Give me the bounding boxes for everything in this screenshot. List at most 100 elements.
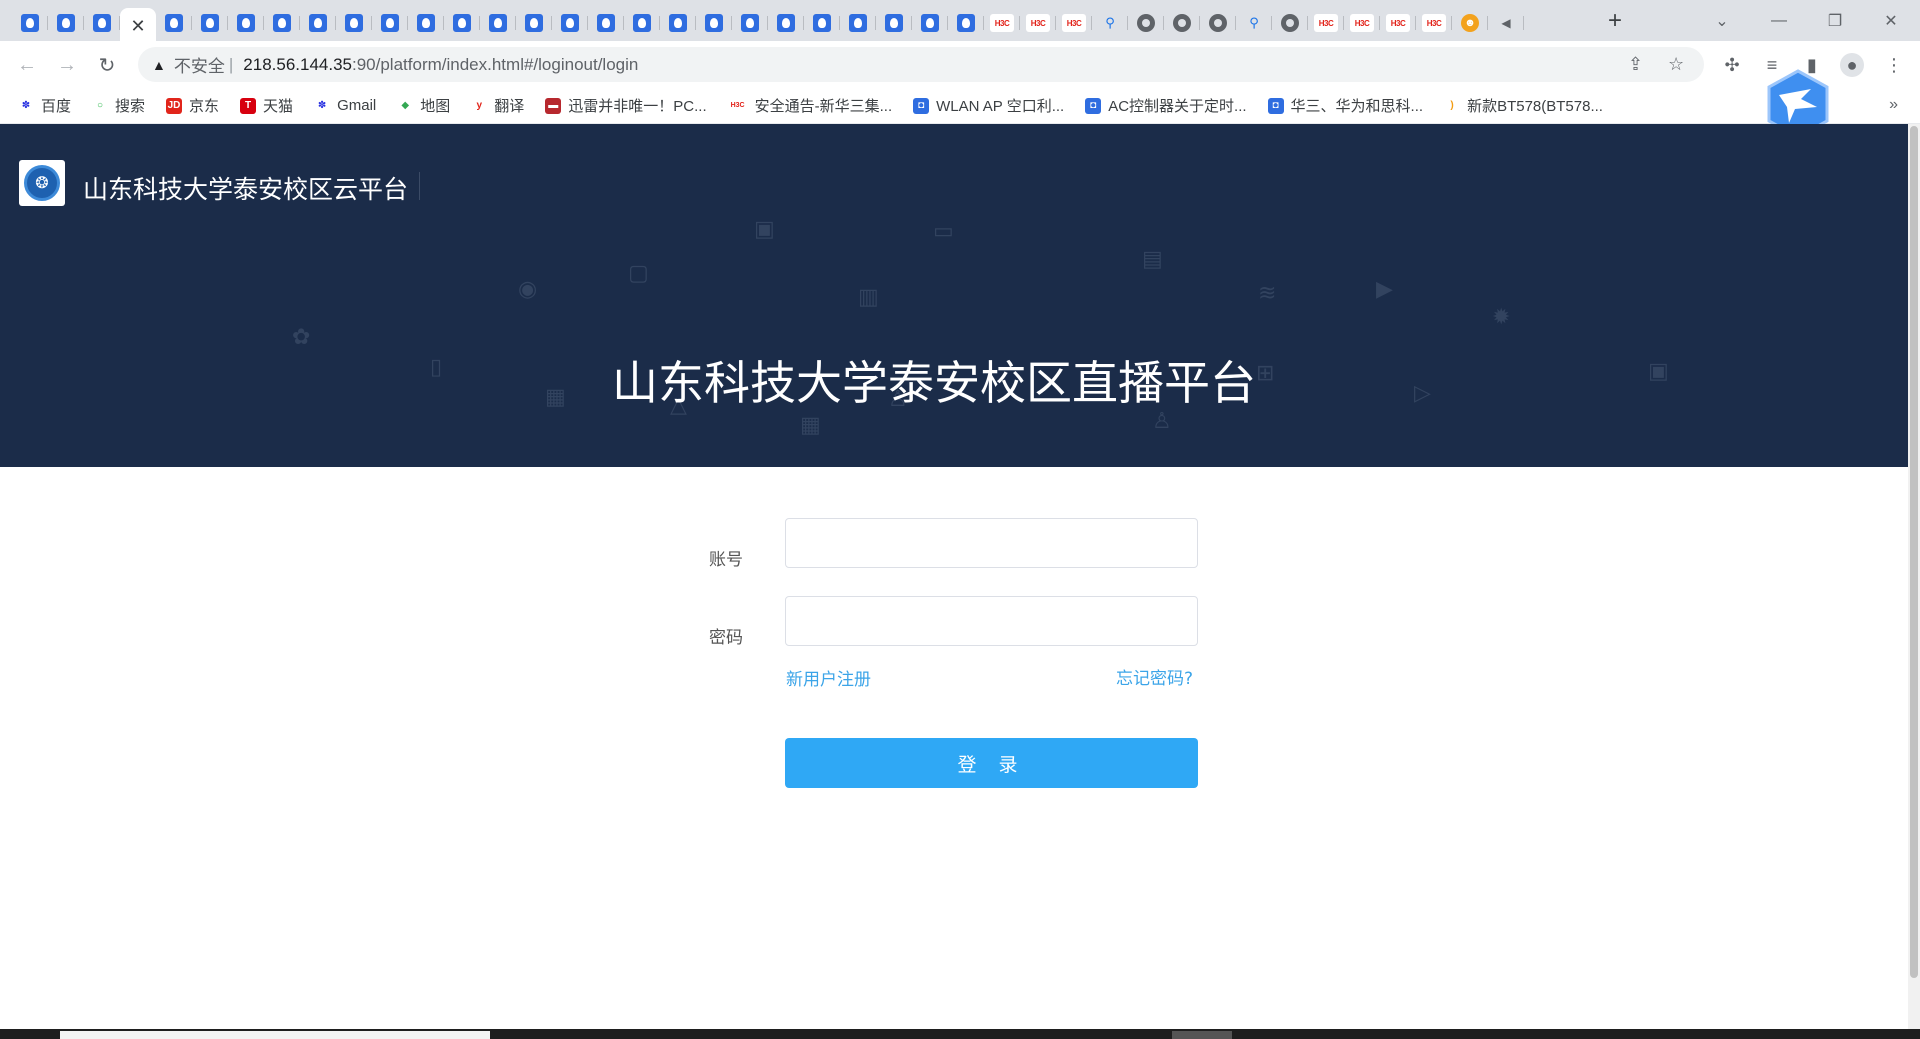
browser-tab[interactable]: H3C — [1020, 8, 1056, 38]
url-path: :90/platform/index.html#/loginout/login — [352, 54, 639, 74]
browser-tab[interactable] — [300, 8, 336, 38]
browser-tab[interactable]: H3C — [1416, 8, 1452, 38]
browser-tab[interactable] — [156, 8, 192, 38]
bookmark-item[interactable]: JD 京东 — [166, 95, 219, 116]
bookmark-item[interactable]: ✽ 百度 — [18, 95, 71, 116]
browser-tab[interactable] — [948, 8, 984, 38]
browser-tab[interactable]: H3C — [984, 8, 1020, 38]
register-link[interactable]: 新用户注册 — [786, 665, 871, 690]
site-name[interactable]: 山东科技大学泰安校区云平台 — [83, 170, 408, 206]
browser-tab[interactable] — [336, 8, 372, 38]
browser-tab[interactable] — [480, 8, 516, 38]
bookmark-item[interactable]: ◘ 华三、华为和思科... — [1267, 95, 1423, 116]
university-logo[interactable]: ❂ — [19, 160, 65, 206]
reload-button[interactable]: ↻ — [92, 50, 122, 80]
browser-tab[interactable] — [228, 8, 264, 38]
browser-tab[interactable] — [624, 8, 660, 38]
bookmark-star-icon[interactable]: ☆ — [1668, 47, 1684, 82]
bookmark-item[interactable]: ✽ Gmail — [314, 97, 376, 114]
warning-icon[interactable]: ▲ — [152, 57, 166, 73]
browser-tab[interactable]: ☻ — [1452, 8, 1488, 38]
browser-tab[interactable]: ⚲ — [1092, 8, 1128, 38]
browser-tab[interactable]: H3C — [1056, 8, 1092, 38]
browser-tab[interactable] — [768, 8, 804, 38]
browser-tab[interactable] — [12, 8, 48, 38]
forgot-password-link[interactable]: 忘记密码? — [1116, 664, 1193, 689]
bookmark-item[interactable]: ) 新款BT578(BT578... — [1444, 95, 1603, 116]
qq-icon — [957, 14, 975, 32]
browser-tab[interactable] — [516, 8, 552, 38]
monitor-icon: ▭ — [933, 218, 954, 243]
page-scrollbar[interactable] — [1908, 124, 1920, 1029]
qq-icon — [381, 14, 399, 32]
bookmark-label: 地图 — [420, 98, 451, 115]
back-button[interactable]: ← — [12, 50, 42, 80]
browser-tab[interactable]: ⚲ — [1236, 8, 1272, 38]
browser-tab[interactable] — [1200, 8, 1236, 38]
bookmark-label: WLAN AP 空口利... — [936, 98, 1065, 115]
new-tab-button[interactable]: + — [1600, 6, 1630, 36]
scrollbar-thumb[interactable] — [1910, 126, 1918, 978]
account-input[interactable] — [785, 518, 1198, 568]
browser-tab[interactable] — [804, 8, 840, 38]
bookmark-item[interactable]: ▬ 迅雷并非唯一！PC... — [545, 95, 707, 116]
browser-tab[interactable] — [732, 8, 768, 38]
minimize-button[interactable]: — — [1756, 0, 1802, 41]
bookmark-item[interactable]: T 天猫 — [240, 95, 293, 116]
tab-search-icon[interactable]: ⌄ — [1702, 0, 1742, 41]
bookmark-item[interactable]: H3C 安全通告-新华三集... — [728, 95, 893, 116]
bookmark-label: AC控制器关于定时... — [1108, 98, 1247, 115]
password-input[interactable] — [785, 596, 1198, 646]
active-tab[interactable]: ✕ — [120, 8, 156, 44]
browser-tab[interactable] — [912, 8, 948, 38]
bookmark-label: 安全通告-新华三集... — [754, 98, 893, 115]
youdao-icon: y — [476, 100, 483, 111]
browser-tab[interactable] — [876, 8, 912, 38]
browser-tab[interactable]: H3C — [1380, 8, 1416, 38]
profile-avatar[interactable]: ● — [1840, 53, 1864, 77]
forward-button[interactable]: → — [52, 50, 82, 80]
window-close-button[interactable]: ✕ — [1868, 0, 1914, 41]
browser-tab[interactable] — [48, 8, 84, 38]
bookmark-item[interactable]: ○ 搜索 — [92, 95, 145, 116]
qq-icon — [273, 14, 291, 32]
restore-button[interactable]: ❐ — [1812, 0, 1858, 41]
bookmark-item[interactable]: ◘ WLAN AP 空口利... — [913, 95, 1064, 116]
browser-tab[interactable] — [840, 8, 876, 38]
tab-close-icon[interactable]: ✕ — [130, 17, 145, 35]
menu-icon[interactable]: ⋮ — [1882, 53, 1906, 77]
baidu-paw-icon: ✽ — [21, 100, 31, 111]
bookmark-item[interactable]: ◆ 地图 — [397, 95, 450, 116]
address-bar[interactable]: ▲ 不安全 | 218.56.144.35 :90/platform/index… — [138, 47, 1704, 82]
browser-tab[interactable] — [588, 8, 624, 38]
taskbar-window[interactable] — [60, 1031, 490, 1039]
security-status[interactable]: 不安全 — [174, 52, 225, 77]
browser-tab[interactable] — [696, 8, 732, 38]
h3c-icon: H3C — [1422, 14, 1446, 32]
browser-tab[interactable] — [372, 8, 408, 38]
taskbar-item[interactable] — [1172, 1031, 1232, 1039]
bookmark-label: 百度 — [41, 98, 72, 115]
browser-tab[interactable]: H3C — [1308, 8, 1344, 38]
browser-tab[interactable] — [264, 8, 300, 38]
bookmark-item[interactable]: y 翻译 — [471, 95, 524, 116]
browser-tab[interactable] — [1272, 8, 1308, 38]
login-button[interactable]: 登 录 — [785, 738, 1198, 788]
share-icon[interactable]: ⇪ — [1628, 47, 1643, 82]
browser-tab[interactable] — [408, 8, 444, 38]
extensions-icon[interactable]: ✣ — [1720, 53, 1744, 77]
browser-tab[interactable]: H3C — [1344, 8, 1380, 38]
browser-tab[interactable] — [552, 8, 588, 38]
browser-tab[interactable] — [444, 8, 480, 38]
browser-tab[interactable] — [84, 8, 120, 38]
browser-tab[interactable] — [1164, 8, 1200, 38]
browser-tab[interactable] — [192, 8, 228, 38]
bookmark-label: 京东 — [189, 98, 220, 115]
browser-tab[interactable]: ◀ — [1488, 8, 1524, 38]
rss-icon: ) — [1450, 100, 1454, 111]
browser-tab[interactable] — [660, 8, 696, 38]
bookmark-item[interactable]: ◘ AC控制器关于定时... — [1085, 95, 1247, 116]
qq-icon — [597, 14, 615, 32]
browser-tab[interactable] — [1128, 8, 1164, 38]
bookmarks-overflow-button[interactable]: » — [1889, 96, 1898, 114]
